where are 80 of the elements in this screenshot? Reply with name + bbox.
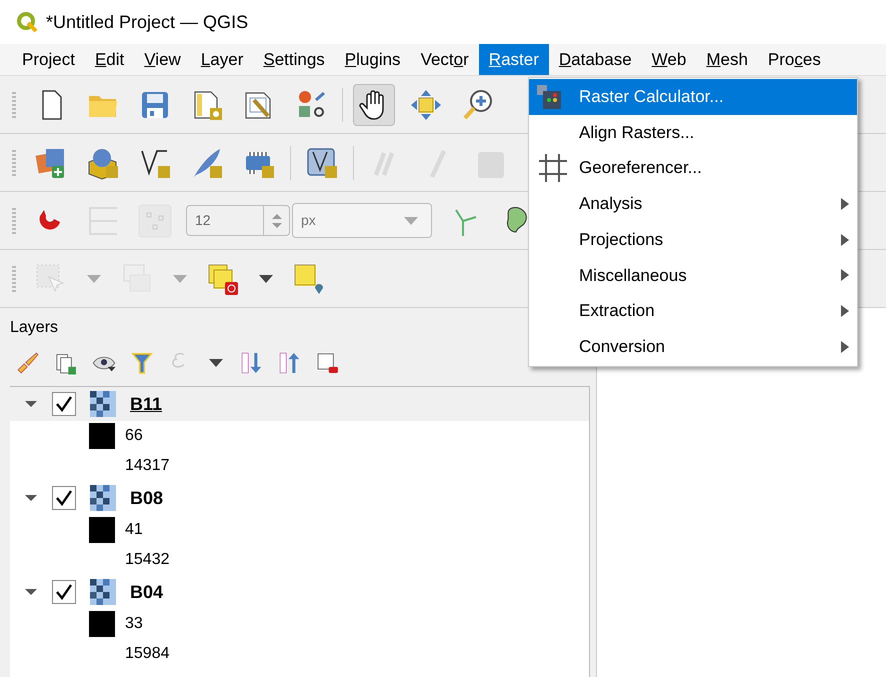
vertex-box-icon bbox=[305, 146, 339, 180]
raster-grid-icon bbox=[90, 579, 116, 605]
menu-item[interactable]: Plugins bbox=[334, 44, 411, 75]
submenu-arrow-icon bbox=[841, 234, 849, 246]
dropdown-menu-item[interactable]: Miscellaneous bbox=[529, 257, 857, 294]
toolbar-grip[interactable] bbox=[12, 92, 16, 118]
grid-lines-icon bbox=[537, 152, 569, 184]
toolbar-grip[interactable] bbox=[12, 208, 16, 234]
layer-name: B08 bbox=[130, 486, 164, 510]
dropdown-menu-item[interactable]: Georeferencer... bbox=[529, 150, 857, 186]
raster-grid-icon bbox=[90, 485, 116, 511]
menu-item-label: Projections bbox=[579, 228, 664, 251]
stacked-squares-icon bbox=[206, 262, 240, 296]
toolbar-grip[interactable] bbox=[12, 150, 16, 176]
menu-item-label: Extraction bbox=[579, 300, 656, 322]
dropdown-menu-item[interactable]: Align Rasters... bbox=[529, 114, 857, 150]
menu-item[interactable]: Edit bbox=[84, 44, 134, 75]
dropdown-menu-item[interactable]: Conversion bbox=[529, 328, 857, 364]
dropdown-caret-icon[interactable] bbox=[258, 274, 274, 284]
submenu-arrow-icon bbox=[841, 340, 849, 353]
legend-swatch bbox=[89, 611, 115, 637]
toolbar-button[interactable] bbox=[353, 84, 395, 126]
menu-item[interactable]: Settings bbox=[253, 44, 335, 75]
legend-swatch bbox=[89, 517, 115, 543]
snapping-dots-icon bbox=[138, 204, 172, 238]
submenu-arrow-icon bbox=[841, 304, 849, 317]
menu-item[interactable]: Mesh bbox=[696, 44, 758, 75]
dropdown-menu-item[interactable]: Raster Calculator... bbox=[529, 79, 857, 115]
toolbar-grip[interactable] bbox=[12, 266, 16, 292]
square-pin-icon bbox=[292, 262, 326, 296]
submenu-arrow-icon bbox=[841, 269, 849, 282]
legend-label: 15984 bbox=[125, 644, 170, 664]
legend-label: 33 bbox=[125, 614, 143, 634]
dropdown-menu-item[interactable]: Analysis bbox=[529, 186, 857, 222]
menu-item-label: Raster Calculator... bbox=[579, 86, 725, 108]
menu-item[interactable]: Layer bbox=[190, 44, 254, 75]
legend-label: 15432 bbox=[125, 550, 170, 570]
layer-row[interactable]: B08 bbox=[10, 481, 589, 515]
calculator-grid-icon bbox=[537, 84, 561, 109]
menu-item-label: Miscellaneous bbox=[579, 264, 688, 287]
menu-item[interactable]: Project bbox=[12, 44, 85, 75]
dropdown-menu-item[interactable]: Extraction bbox=[529, 293, 857, 329]
layer-checkbox[interactable] bbox=[52, 580, 76, 604]
menu-item-label: Analysis bbox=[579, 193, 644, 216]
layer-name: B11 bbox=[130, 392, 162, 416]
submenu-arrow-icon bbox=[841, 198, 849, 210]
legend-label: 41 bbox=[125, 520, 143, 540]
menu-item[interactable]: Database bbox=[548, 44, 642, 75]
menu-item[interactable]: Proces bbox=[758, 44, 831, 75]
menu-item[interactable]: Web bbox=[642, 44, 696, 75]
legend-label: 14317 bbox=[125, 456, 170, 476]
window-title: *Untitled Project — QGIS bbox=[46, 10, 248, 34]
dropdown-caret-icon[interactable] bbox=[208, 358, 224, 368]
panel-title: Layers bbox=[10, 318, 60, 338]
checkmark-icon bbox=[55, 583, 73, 601]
menu-item[interactable]: View bbox=[134, 44, 191, 75]
app-logo-icon bbox=[16, 11, 38, 33]
menu-item-label: Georeferencer... bbox=[579, 157, 703, 180]
spin-arrows-icon[interactable] bbox=[270, 212, 282, 228]
menu-item[interactable]: Raster bbox=[478, 44, 549, 75]
menu-item[interactable]: Vector bbox=[410, 44, 479, 75]
zoom-in-icon bbox=[461, 88, 495, 122]
paintbrush-icon bbox=[15, 350, 41, 376]
layer-row[interactable]: B11 bbox=[10, 387, 589, 421]
dropdown-menu-item[interactable]: Projections bbox=[529, 222, 857, 258]
layer-checkbox[interactable] bbox=[52, 486, 76, 510]
menu-item-label: Conversion bbox=[579, 336, 666, 358]
unit-dropdown[interactable]: px bbox=[292, 203, 432, 238]
checkmark-icon bbox=[55, 395, 73, 413]
legend-label: 66 bbox=[125, 426, 143, 446]
layer-checkbox[interactable] bbox=[52, 392, 76, 416]
layer-row[interactable]: B04 bbox=[10, 575, 589, 609]
menu-item-label: Align Rasters... bbox=[579, 122, 696, 144]
checkmark-icon bbox=[55, 489, 73, 507]
raster-grid-icon bbox=[90, 391, 116, 417]
four-arrows-icon bbox=[409, 88, 443, 122]
spin-box[interactable]: 12 bbox=[186, 205, 290, 236]
filter-icon bbox=[129, 350, 155, 376]
layer-name: B04 bbox=[130, 580, 164, 604]
legend-swatch bbox=[89, 423, 115, 449]
